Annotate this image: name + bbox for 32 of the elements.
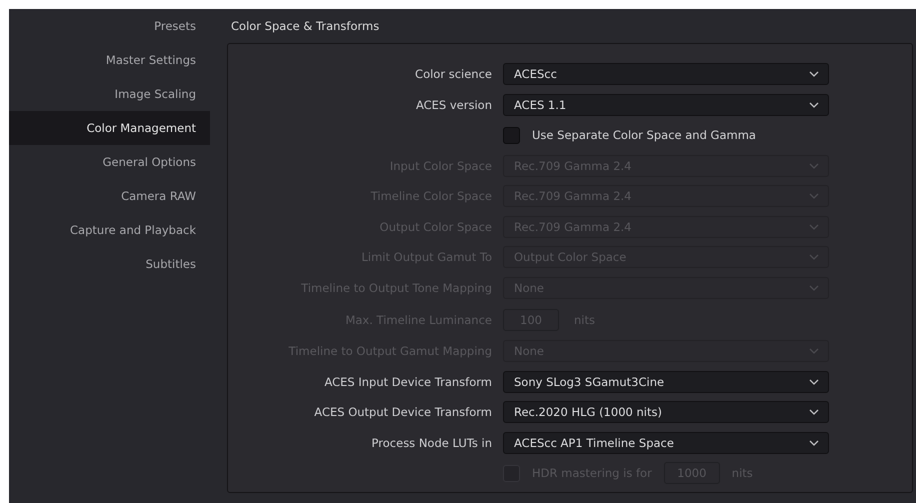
sidebar-item[interactable]: Camera RAW bbox=[9, 179, 210, 213]
dropdown[interactable]: ACES 1.1 bbox=[503, 94, 829, 116]
dropdown[interactable]: ACEScc AP1 Timeline Space bbox=[503, 432, 829, 454]
sidebar-item[interactable]: Subtitles bbox=[9, 247, 210, 281]
checkbox-label: Use Separate Color Space and Gamma bbox=[532, 128, 756, 142]
field-label: ACES version bbox=[414, 98, 492, 112]
chevron-down-icon bbox=[809, 224, 819, 230]
field-label: Color science bbox=[414, 67, 492, 82]
sidebar-item[interactable]: Image Scaling bbox=[9, 77, 210, 111]
checkbox[interactable] bbox=[503, 126, 520, 144]
chevron-down-icon bbox=[809, 348, 819, 354]
chevron-down-icon bbox=[809, 440, 819, 446]
chevron-down-icon bbox=[809, 284, 819, 291]
dropdown[interactable]: Sony SLog3 SGamut3Cine bbox=[503, 370, 829, 393]
sidebar-item[interactable]: Color Management bbox=[9, 111, 210, 145]
sidebar-item[interactable]: General Options bbox=[9, 145, 210, 179]
field-label: ACES Input Device Transform bbox=[323, 374, 492, 389]
sidebar-item[interactable]: Master Settings bbox=[9, 43, 210, 77]
chevron-down-icon bbox=[809, 378, 819, 385]
field-label: ACES Output Device Transform bbox=[313, 405, 492, 420]
sidebar-item[interactable]: Presets bbox=[9, 9, 210, 43]
sidebar-item[interactable]: Capture and Playback bbox=[9, 213, 210, 247]
chevron-down-icon bbox=[809, 409, 819, 416]
section-title: Color Space & Transforms bbox=[230, 18, 380, 35]
chevron-down-icon bbox=[809, 102, 819, 108]
chevron-down-icon bbox=[809, 162, 819, 169]
dropdown[interactable]: ACEScc bbox=[503, 63, 829, 86]
field-label: Process Node LUTs in bbox=[370, 436, 492, 450]
chevron-down-icon bbox=[809, 254, 819, 260]
chevron-down-icon bbox=[809, 193, 819, 200]
chevron-down-icon bbox=[809, 71, 819, 78]
dropdown[interactable]: Rec.2020 HLG (1000 nits) bbox=[503, 401, 829, 424]
